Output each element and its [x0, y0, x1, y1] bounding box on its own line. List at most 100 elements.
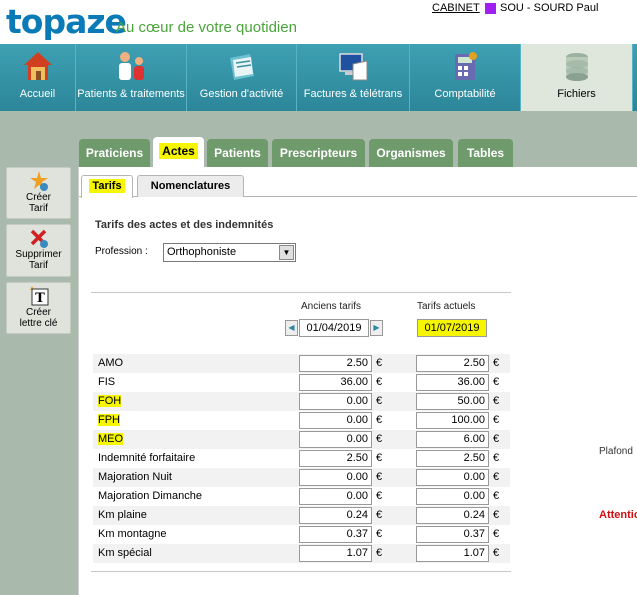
new-tarifs-header: Tarifs actuels	[417, 301, 476, 312]
old-value-input[interactable]: 0.00	[299, 431, 372, 448]
new-value-input[interactable]: 0.00	[416, 469, 489, 486]
house-icon	[23, 52, 52, 80]
dropdown-arrow-icon[interactable]: ▼	[279, 245, 294, 260]
divider	[91, 571, 511, 572]
create-letter-key-button[interactable]: T Créer lettre clé	[6, 282, 71, 334]
database-icon	[565, 53, 588, 81]
menu-factures[interactable]: Factures & télétrans	[297, 44, 410, 111]
row-label: Km montagne	[98, 528, 167, 540]
header: topaze Au cœur de votre quotidien CABINE…	[0, 0, 637, 44]
old-value-input[interactable]: 1.07	[299, 545, 372, 562]
next-date-icon[interactable]: ▶	[370, 320, 383, 336]
tagline: Au cœur de votre quotidien	[116, 19, 297, 36]
main-menu: Accueil Patients & traitements Gestion d…	[0, 44, 637, 111]
subtab-nomenclatures[interactable]: Nomenclatures	[137, 175, 244, 197]
menu-gestion[interactable]: Gestion d'activité	[187, 44, 297, 111]
old-value-input[interactable]: 0.00	[299, 393, 372, 410]
table-row: Majoration Dimanche 0.00 € 0.00 €	[93, 487, 510, 506]
new-value-input[interactable]: 0.00	[416, 488, 489, 505]
content-panel: Tarifs Nomenclatures Tarifs des actes et…	[78, 167, 637, 595]
table-row: AMO 2.50 € 2.50 €	[93, 354, 510, 373]
cabinet-link[interactable]: CABINET	[432, 2, 480, 14]
attention-label: Attentio	[599, 509, 637, 521]
currency: €	[493, 528, 500, 540]
calculator-icon	[455, 52, 477, 80]
create-tarif-button[interactable]: Créer Tarif	[6, 167, 71, 219]
profession-select[interactable]: Orthophoniste ▼	[163, 243, 296, 262]
new-value-input[interactable]: 1.07	[416, 545, 489, 562]
row-label: Majoration Nuit	[98, 471, 172, 483]
new-value-input[interactable]: 0.37	[416, 526, 489, 543]
old-date-field[interactable]: 01/04/2019	[299, 319, 369, 337]
old-value-input[interactable]: 0.00	[299, 469, 372, 486]
new-value-input[interactable]: 100.00	[416, 412, 489, 429]
side-label: Tarif	[29, 260, 48, 271]
menu-label: Fichiers	[557, 88, 596, 100]
currency: €	[493, 376, 500, 388]
currency: €	[376, 414, 383, 426]
currency: €	[376, 376, 383, 388]
delete-tarif-button[interactable]: Supprimer Tarif	[6, 224, 71, 277]
prev-date-icon[interactable]: ◀	[285, 320, 298, 336]
table-row: Km spécial 1.07 € 1.07 €	[93, 544, 510, 563]
currency: €	[376, 490, 383, 502]
new-value-input[interactable]: 0.24	[416, 507, 489, 524]
side-label: Créer	[25, 192, 51, 203]
currency: €	[376, 471, 383, 483]
old-value-input[interactable]: 0.00	[299, 412, 372, 429]
row-label: MEO	[98, 433, 124, 445]
subtab-tarifs-label: Tarifs	[89, 179, 125, 193]
tab-prescripteurs[interactable]: Prescripteurs	[272, 139, 365, 167]
new-date-field[interactable]: 01/07/2019	[417, 319, 487, 337]
new-value-input[interactable]: 2.50	[416, 450, 489, 467]
currency: €	[376, 547, 383, 559]
new-value-input[interactable]: 2.50	[416, 355, 489, 372]
computer-icon	[339, 53, 368, 81]
left-toolbar: Créer Tarif Supprimer Tarif T Créer lett…	[0, 137, 78, 595]
letter-t-icon: T	[29, 286, 48, 306]
old-value-input[interactable]: 36.00	[299, 374, 372, 391]
tab-actes[interactable]: Actes	[153, 137, 204, 167]
user-color-square	[485, 3, 496, 14]
menu-label: Patients & traitements	[77, 88, 185, 100]
sub-tabs: Tarifs Nomenclatures	[79, 175, 637, 198]
create-icon	[29, 171, 48, 191]
menu-subband	[0, 111, 637, 137]
old-tarifs-header: Anciens tarifs	[301, 301, 362, 312]
topaze-logo: topaze	[6, 2, 127, 41]
user-name: SOU - SOURD Paul	[500, 2, 599, 14]
currency: €	[376, 528, 383, 540]
tab-organismes[interactable]: Organismes	[369, 139, 453, 167]
old-value-input[interactable]: 2.50	[299, 450, 372, 467]
people-icon	[119, 52, 144, 80]
row-label: FOH	[98, 395, 122, 407]
currency: €	[493, 509, 500, 521]
row-label: Km spécial	[98, 547, 152, 559]
menu-label: Gestion d'activité	[199, 88, 284, 100]
old-value-input[interactable]: 2.50	[299, 355, 372, 372]
plafond-label: Plafond	[599, 446, 633, 457]
menu-accueil[interactable]: Accueil	[0, 44, 76, 111]
new-value-input[interactable]: 36.00	[416, 374, 489, 391]
new-value-input[interactable]: 50.00	[416, 393, 489, 410]
menu-patients[interactable]: Patients & traitements	[76, 44, 187, 111]
row-label: FPH	[98, 414, 120, 426]
subtab-tarifs[interactable]: Tarifs	[81, 175, 133, 198]
profession-label: Profession :	[95, 246, 148, 257]
menu-comptabilite[interactable]: Comptabilité	[410, 44, 521, 111]
new-value-input[interactable]: 6.00	[416, 431, 489, 448]
table-row: FIS 36.00 € 36.00 €	[93, 373, 510, 392]
currency: €	[376, 357, 383, 369]
svg-text:T: T	[35, 291, 45, 306]
tab-patients[interactable]: Patients	[207, 139, 268, 167]
tab-praticiens[interactable]: Praticiens	[79, 139, 150, 167]
old-value-input[interactable]: 0.00	[299, 488, 372, 505]
row-label: Km plaine	[98, 509, 147, 521]
old-value-input[interactable]: 0.37	[299, 526, 372, 543]
row-label: Majoration Dimanche	[98, 490, 202, 502]
currency: €	[493, 547, 500, 559]
old-value-input[interactable]: 0.24	[299, 507, 372, 524]
menu-fichiers[interactable]: Fichiers	[521, 44, 633, 111]
currency: €	[376, 509, 383, 521]
tab-tables[interactable]: Tables	[458, 139, 513, 167]
